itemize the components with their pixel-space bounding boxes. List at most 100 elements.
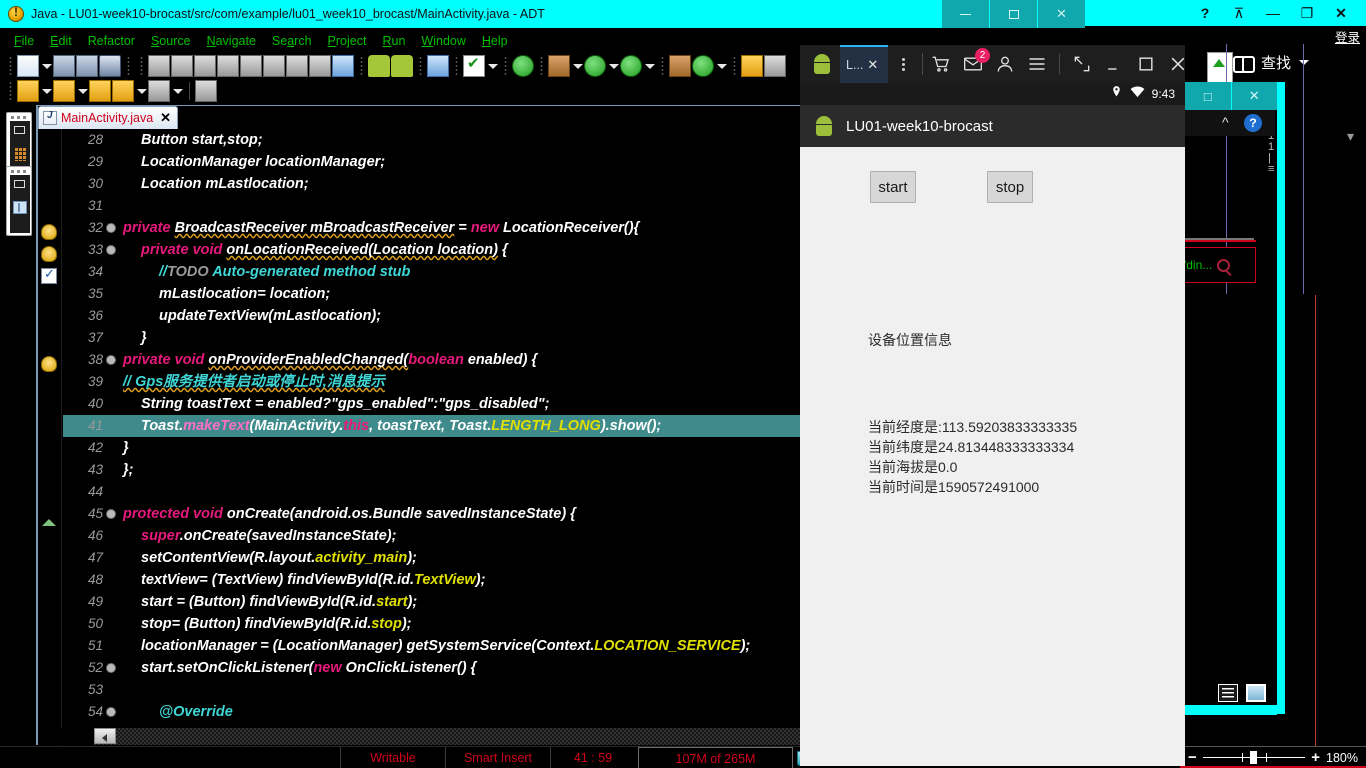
emulator-tab-close-icon[interactable]: ✕ <box>867 57 878 73</box>
new-android-project-icon[interactable] <box>512 54 534 77</box>
hscroll-thumb[interactable] <box>94 728 116 744</box>
fold-toggle-icon[interactable] <box>106 245 116 256</box>
android-sdk-manager-icon[interactable] <box>368 54 390 77</box>
debug-dropdown-icon[interactable] <box>571 55 584 77</box>
skip-breakpoints-icon[interactable] <box>309 54 331 77</box>
overflow-menu-icon[interactable] <box>892 57 914 71</box>
avd-manager-icon[interactable] <box>391 54 413 77</box>
emulator-tab[interactable]: L... ✕ <box>840 45 888 83</box>
new-file-icon[interactable] <box>17 54 39 77</box>
resize-icon[interactable] <box>1072 54 1092 74</box>
minimize-icon[interactable] <box>1104 54 1124 74</box>
help-icon[interactable]: ? <box>1188 0 1222 26</box>
warning-marker-3[interactable] <box>41 356 57 372</box>
fold-toggle-icon[interactable] <box>106 355 116 366</box>
forward-dropdown-icon[interactable] <box>171 80 184 102</box>
tab-mainactivity-java[interactable]: MainActivity.java ✕ <box>38 106 179 129</box>
open-folder-icon[interactable] <box>741 54 763 77</box>
secondary-close-button[interactable]: ✕ <box>1232 82 1278 110</box>
run-icon[interactable] <box>584 54 606 77</box>
secondary-maximize-button[interactable]: □ <box>1185 82 1232 110</box>
stop-button[interactable]: stop <box>987 171 1033 203</box>
step-over-icon[interactable] <box>148 54 170 77</box>
chevron-down-icon[interactable] <box>1299 60 1310 65</box>
menu-search[interactable]: Search <box>264 34 320 48</box>
warning-marker-2[interactable] <box>41 246 57 262</box>
collapse-up-marker[interactable] <box>42 519 56 526</box>
pause-icon[interactable] <box>171 54 193 77</box>
resume-icon[interactable] <box>263 54 285 77</box>
menu-navigate[interactable]: Navigate <box>199 34 264 48</box>
hscroll-track-left[interactable] <box>38 728 94 745</box>
menu-edit[interactable]: Edit <box>42 34 80 48</box>
restore-icon[interactable]: ❐ <box>1290 0 1324 26</box>
checkmark-icon[interactable] <box>463 54 485 77</box>
find-toolbar-item[interactable]: 查找 <box>1233 52 1310 73</box>
step-out-icon[interactable] <box>286 54 308 77</box>
help-badge-icon[interactable]: ? <box>1244 114 1262 132</box>
menu-project[interactable]: Project <box>320 34 375 48</box>
lint-icon[interactable] <box>427 54 449 77</box>
export-dropdown-icon[interactable] <box>76 80 89 102</box>
annotation-gutter[interactable] <box>38 129 62 746</box>
import-dropdown-icon[interactable] <box>40 80 53 102</box>
magnifier-icon[interactable] <box>1217 258 1231 272</box>
save-all-icon[interactable] <box>76 54 98 77</box>
chevron-down-icon-2[interactable]: ▾ <box>1347 128 1354 145</box>
fold-toggle-icon[interactable] <box>106 707 116 718</box>
zoom-control[interactable]: − + 180% <box>1180 746 1366 768</box>
maximize-button[interactable] <box>989 0 1037 28</box>
menu-help[interactable]: Help <box>474 34 516 48</box>
checkmark-dropdown-icon[interactable] <box>486 55 499 77</box>
zoom-out-button[interactable]: − <box>1188 749 1197 766</box>
print-icon[interactable] <box>99 54 121 77</box>
run-config-icon[interactable] <box>620 54 642 77</box>
drop-to-frame-icon[interactable] <box>332 54 354 77</box>
new-package-icon[interactable] <box>669 54 691 77</box>
menu-file[interactable]: File <box>6 34 42 48</box>
zoom-slider-knob[interactable] <box>1249 751 1257 764</box>
refresh-icon[interactable] <box>692 54 714 77</box>
menu-source[interactable]: Source <box>143 34 199 48</box>
minimize-button[interactable] <box>941 0 989 28</box>
find-popup[interactable]: "din... <box>1178 247 1256 283</box>
debug-bug-icon[interactable] <box>548 54 570 77</box>
stop-icon[interactable] <box>194 54 216 77</box>
menu-run[interactable]: Run <box>374 34 413 48</box>
mail-icon[interactable]: 2 <box>963 48 990 74</box>
restore-pane-icon[interactable]: ⊼ <box>1222 0 1256 26</box>
new-dropdown-icon[interactable] <box>40 55 53 77</box>
fold-toggle-icon[interactable] <box>106 663 116 674</box>
back-icon[interactable] <box>112 79 134 102</box>
list-view-icon[interactable] <box>1218 684 1238 702</box>
brush-icon[interactable] <box>764 54 786 77</box>
menu-icon[interactable] <box>1027 54 1047 74</box>
run-config-dropdown-icon[interactable] <box>643 55 656 77</box>
chevron-up-icon-panel[interactable]: ^ <box>1222 114 1229 130</box>
back-history-icon[interactable] <box>89 79 111 102</box>
close-button[interactable]: ✕ <box>1037 0 1085 28</box>
open-type-icon[interactable] <box>195 79 217 102</box>
menu-window[interactable]: Window <box>413 34 473 48</box>
export-icon[interactable] <box>53 79 75 102</box>
minimize-icon[interactable]: — <box>1256 0 1290 26</box>
close-icon[interactable] <box>1168 54 1188 74</box>
task-marker[interactable] <box>41 266 57 284</box>
import-icon[interactable] <box>17 79 39 102</box>
back-dropdown-icon[interactable] <box>135 80 148 102</box>
step-return-icon[interactable] <box>240 54 262 77</box>
menu-refactor[interactable]: Refactor <box>80 34 143 48</box>
zoom-in-button[interactable]: + <box>1311 749 1320 766</box>
refresh-dropdown-icon[interactable] <box>715 55 728 77</box>
forward-icon[interactable] <box>148 79 170 102</box>
image-preview-icon[interactable] <box>1246 684 1266 702</box>
scroll-up-button[interactable] <box>1207 52 1233 84</box>
cart-icon[interactable] <box>931 54 951 74</box>
login-link[interactable]: 登录 <box>1335 27 1360 46</box>
fold-toggle-icon[interactable] <box>106 509 116 520</box>
tab-close-icon[interactable]: ✕ <box>160 110 171 126</box>
start-button[interactable]: start <box>870 171 916 203</box>
save-icon[interactable] <box>53 54 75 77</box>
close-icon[interactable]: ✕ <box>1324 0 1358 26</box>
maximize-icon[interactable] <box>1136 54 1156 74</box>
